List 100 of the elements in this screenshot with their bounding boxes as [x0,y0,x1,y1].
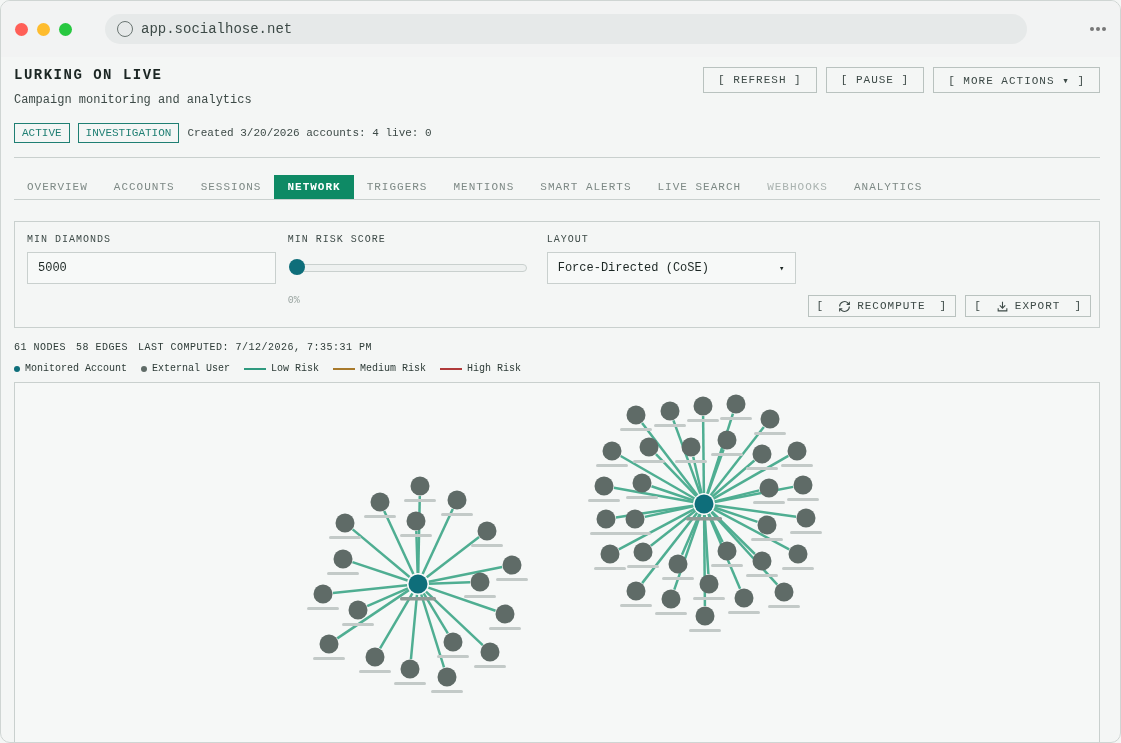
user-node[interactable] [726,394,746,414]
tab[interactable]: ACCOUNTS [100,175,188,199]
user-node[interactable] [333,549,353,569]
user-node[interactable] [313,584,333,604]
user-node[interactable] [788,544,808,564]
user-node[interactable] [406,511,426,531]
user-node[interactable] [693,396,713,416]
recompute-button[interactable]: [ RECOMPUTE ] [807,295,957,317]
monitored-node[interactable] [694,494,714,514]
user-node[interactable] [760,409,780,429]
label-smudge [751,538,783,541]
user-node[interactable] [495,604,515,624]
min-diamonds-field[interactable]: 5000 [27,252,276,284]
label-smudge [620,604,652,607]
user-node[interactable] [695,606,715,626]
user-node[interactable] [752,551,772,571]
user-node[interactable] [443,632,463,652]
user-node[interactable] [660,401,680,421]
tab[interactable]: SMART ALERTS [527,175,645,199]
label-smudge [364,515,396,518]
user-node[interactable] [668,554,688,574]
refresh-icon [838,299,852,313]
label-smudge [441,513,473,516]
legend-label: Monitored Account [25,363,128,374]
user-node[interactable] [639,437,659,457]
user-node[interactable] [734,588,754,608]
user-node[interactable] [793,475,813,495]
user-node[interactable] [774,582,794,602]
user-node[interactable] [400,659,420,679]
field-label: MIN RISK SCORE [287,234,387,245]
tab[interactable]: NETWORK [274,175,354,199]
user-node[interactable] [699,574,719,594]
label-smudge [359,670,391,673]
user-node[interactable] [480,642,500,662]
label-smudge [781,464,813,467]
user-node[interactable] [633,542,653,562]
user-node[interactable] [447,490,467,510]
user-node[interactable] [502,555,522,575]
action-button[interactable]: [ REFRESH ] [703,67,817,93]
address-bar[interactable]: app.socialhose.net [105,14,1027,44]
label-smudge [596,464,628,467]
user-node[interactable] [752,444,772,464]
caret-icon: ▾ [779,262,785,274]
slider-thumb[interactable] [288,259,305,275]
user-node[interactable] [757,515,777,535]
status-badge: ACTIVE [14,123,70,143]
label-smudge [662,577,694,580]
user-node[interactable] [787,441,807,461]
action-button[interactable]: [ MORE ACTIONS ▾ ] [933,67,1100,93]
tab[interactable]: LIVE SEARCH [644,175,755,199]
user-node[interactable] [319,634,339,654]
user-node[interactable] [625,509,645,529]
user-node[interactable] [410,476,430,496]
field-label: MIN DIAMONDS [27,234,112,245]
user-node[interactable] [600,544,620,564]
label-smudge [689,629,721,632]
user-node[interactable] [602,441,622,461]
tab[interactable]: ANALYTICS [840,175,936,199]
label-smudge [400,597,436,601]
user-node[interactable] [717,541,737,561]
user-node[interactable] [661,589,681,609]
user-node[interactable] [626,405,646,425]
user-node[interactable] [596,509,616,529]
layout-select[interactable]: Force-Directed (CoSE) ▾ [546,252,796,284]
user-node[interactable] [335,513,355,533]
user-node[interactable] [681,437,701,457]
user-node[interactable] [470,572,490,592]
more-icon[interactable] [1090,27,1106,31]
user-node[interactable] [594,476,614,496]
label-smudge [675,460,707,463]
user-node[interactable] [759,478,779,498]
user-node[interactable] [796,508,816,528]
label-smudge [489,627,521,630]
user-node[interactable] [717,430,737,450]
legend-label: Medium Risk [360,363,427,374]
tab[interactable]: OVERVIEW [14,175,101,199]
user-node[interactable] [437,667,457,687]
label-smudge [394,682,426,685]
tab[interactable]: TRIGGERS [353,175,441,199]
status-badge: INVESTIGATION [77,123,180,143]
label-smudge [686,517,722,521]
user-node[interactable] [477,521,497,541]
legend-label: External User [152,363,231,374]
export-button[interactable]: [ EXPORT ] [965,295,1091,317]
label-smudge [342,623,374,626]
close-button[interactable] [15,22,28,36]
field-label: LAYOUT [546,234,590,245]
user-node[interactable] [365,647,385,667]
user-node[interactable] [626,581,646,601]
tab[interactable]: SESSIONS [187,175,275,199]
label-smudge [693,597,725,600]
label-smudge [307,607,339,610]
user-node[interactable] [348,600,368,620]
label-smudge [782,567,814,570]
tab[interactable]: MENTIONS [440,175,528,199]
monitored-node[interactable] [408,574,428,594]
action-button[interactable]: [ PAUSE ] [825,67,925,93]
user-node[interactable] [632,473,652,493]
user-node[interactable] [370,492,390,512]
legend-label: High Risk [467,363,522,374]
